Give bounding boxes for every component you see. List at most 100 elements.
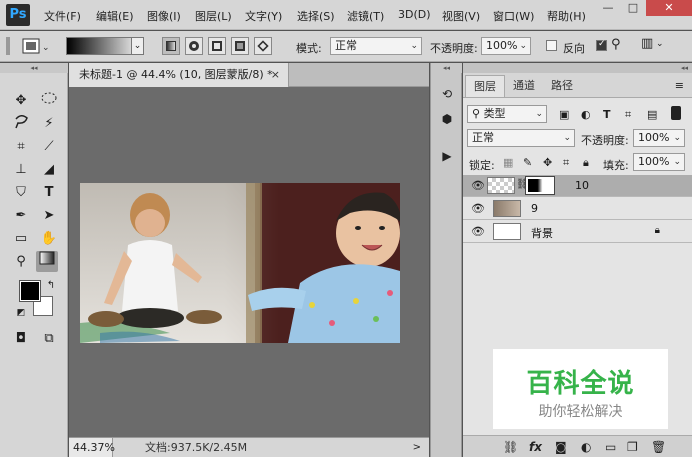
minimize-button[interactable]: — xyxy=(596,0,620,16)
panel-collapse-icon[interactable]: ◂◂ xyxy=(463,63,692,73)
fx-icon[interactable]: fx xyxy=(529,440,542,454)
trash-icon[interactable]: 🗑︎ xyxy=(651,440,666,454)
menu-select[interactable]: 选择(S) xyxy=(297,8,335,24)
tab-channels[interactable]: 通道 xyxy=(505,75,543,97)
tab-layers[interactable]: 图层 xyxy=(465,75,505,97)
lock-position-icon[interactable]: ✥ xyxy=(543,156,552,169)
smart-object-filter-icon[interactable]: ▤ xyxy=(647,108,657,121)
type-filter-icon[interactable]: T xyxy=(603,108,611,121)
close-icon[interactable]: × xyxy=(271,63,280,87)
layer-opacity-label: 不透明度: xyxy=(581,134,629,147)
layer-row[interactable]: 👁︎ ⛓ 10 xyxy=(463,175,692,197)
filter-toggle-icon[interactable] xyxy=(671,106,681,120)
menu-file[interactable]: 文件(F) xyxy=(44,8,81,24)
menu-filter[interactable]: 滤镜(T) xyxy=(347,8,384,24)
zoom-level-input[interactable]: 44.37% xyxy=(69,438,115,457)
crop-tool-icon[interactable]: ⌗ xyxy=(10,136,32,157)
marquee-tool-icon[interactable] xyxy=(38,90,60,111)
adjustment-filter-icon[interactable]: ◐ xyxy=(581,108,591,121)
chevron-down-icon[interactable]: ⌄ xyxy=(656,39,664,49)
eye-icon[interactable]: 👁︎ xyxy=(471,179,485,192)
fill-label: 填充: xyxy=(603,159,629,172)
workspace-icon[interactable]: ▥ xyxy=(641,36,653,51)
reverse-checkbox[interactable] xyxy=(546,40,557,51)
foreground-color-swatch[interactable] xyxy=(19,280,41,302)
radial-gradient-button[interactable] xyxy=(185,37,203,55)
lock-all-icon[interactable]: 🔒︎ xyxy=(583,156,589,170)
magic-wand-icon[interactable]: ⚡ xyxy=(38,113,60,134)
diamond-gradient-button[interactable] xyxy=(254,37,272,55)
angle-gradient-button[interactable] xyxy=(208,37,226,55)
menu-view[interactable]: 视图(V) xyxy=(442,8,480,24)
blend-mode-select[interactable]: 正常 ⌄ xyxy=(467,129,575,147)
play-icon[interactable]: ▶ xyxy=(438,147,456,165)
swap-colors-icon[interactable]: ↰ xyxy=(40,275,62,296)
panel-menu-icon[interactable]: ≡ xyxy=(675,79,684,92)
shape-filter-icon[interactable]: ⌗ xyxy=(625,108,631,122)
menu-window[interactable]: 窗口(W) xyxy=(493,8,534,24)
layer-mask-thumbnail[interactable] xyxy=(525,176,555,195)
quick-mask-icon[interactable]: ◘ xyxy=(10,328,32,349)
hand-tool-icon[interactable]: ✋ xyxy=(38,228,60,249)
new-group-icon[interactable]: ▭ xyxy=(605,440,616,454)
eye-icon[interactable]: 👁︎ xyxy=(471,225,485,238)
layer-row[interactable]: 👁︎ 9 xyxy=(463,198,692,220)
mode-select[interactable]: 正常 ⌄ xyxy=(330,37,422,55)
default-colors-icon[interactable]: ◩ xyxy=(10,303,32,324)
tab-paths[interactable]: 路径 xyxy=(543,75,581,97)
image-filter-icon[interactable]: ▣ xyxy=(559,108,569,121)
fill-input[interactable]: 100% ⌄ xyxy=(633,153,685,171)
menu-image[interactable]: 图像(I) xyxy=(147,8,181,24)
svg-text:⌄: ⌄ xyxy=(42,43,50,53)
link-layers-icon[interactable]: ⛓ xyxy=(503,440,518,454)
search-icon[interactable]: ⚲ xyxy=(611,37,621,52)
document-tab-bar: 未标题-1 @ 44.4% (10, 图层蒙版/8) * × xyxy=(69,63,429,87)
chevron-down-icon: ⌄ xyxy=(535,109,543,119)
status-menu-arrow-icon[interactable]: > xyxy=(413,438,421,457)
menu-help[interactable]: 帮助(H) xyxy=(547,8,586,24)
lock-transparency-icon[interactable]: ▦ xyxy=(503,156,513,169)
layer-filter-select[interactable]: ⚲ 类型 ⌄ xyxy=(467,105,547,123)
maximize-button[interactable]: □ xyxy=(621,0,645,16)
move-tool-icon[interactable]: ✥ xyxy=(10,90,32,111)
linear-gradient-button[interactable] xyxy=(162,37,180,55)
menu-edit[interactable]: 编辑(E) xyxy=(96,8,134,24)
new-layer-icon[interactable]: ❐ xyxy=(627,440,638,454)
fill-value: 100% xyxy=(638,155,670,168)
lock-pixels-icon[interactable]: ✎ xyxy=(523,156,532,169)
history-icon[interactable]: ⟲ xyxy=(438,85,456,103)
zoom-tool-icon[interactable]: ⚲ xyxy=(10,251,32,272)
type-tool-icon[interactable]: T xyxy=(38,182,60,203)
opacity-input[interactable]: 100% ⌄ xyxy=(481,37,531,55)
panel-collapse-icon[interactable]: ◂◂ xyxy=(431,63,462,73)
path-selection-icon[interactable]: ➤ xyxy=(38,205,60,226)
3d-icon[interactable]: ⬢ xyxy=(438,110,456,128)
layer-thumbnail xyxy=(493,200,521,217)
gradient-tool-preset-icon[interactable]: ⌄ xyxy=(22,37,50,55)
panel-collapse-icon[interactable]: ◂◂ xyxy=(0,63,68,73)
image-canvas[interactable] xyxy=(80,183,400,343)
eye-icon[interactable]: 👁︎ xyxy=(471,202,485,215)
document-tab[interactable]: 未标题-1 @ 44.4% (10, 图层蒙版/8) * × xyxy=(69,63,289,87)
layer-row[interactable]: 👁︎ 背景 🔒︎ xyxy=(463,221,692,243)
lasso-tool-icon[interactable] xyxy=(10,113,32,134)
rectangle-tool-icon[interactable]: ▭ xyxy=(10,228,32,249)
stamp-tool-icon[interactable]: ⊥ xyxy=(10,159,32,180)
add-mask-icon[interactable]: ◙ xyxy=(555,440,567,454)
dither-checkbox[interactable] xyxy=(596,39,607,51)
adjustment-layer-icon[interactable]: ◐ xyxy=(581,440,591,454)
eyedropper-tool-icon[interactable]: ⟋ xyxy=(38,136,60,157)
gradient-tool-icon[interactable] xyxy=(36,251,58,272)
gradient-picker-chevron-icon[interactable]: ⌄ xyxy=(131,37,144,55)
lock-artboard-icon[interactable]: ⌗ xyxy=(563,156,569,170)
eraser-tool-icon[interactable]: ◢ xyxy=(38,159,60,180)
screen-mode-icon[interactable]: ⧉ xyxy=(38,328,60,349)
pen-tool-icon[interactable]: ✒ xyxy=(10,205,32,226)
close-button[interactable]: ✕ xyxy=(646,0,692,16)
paint-bucket-icon[interactable]: ⛉ xyxy=(10,182,32,203)
reflected-gradient-button[interactable] xyxy=(231,37,249,55)
menu-layer[interactable]: 图层(L) xyxy=(195,8,232,24)
menu-type[interactable]: 文字(Y) xyxy=(245,8,282,24)
layer-opacity-input[interactable]: 100% ⌄ xyxy=(633,129,685,147)
menu-3d[interactable]: 3D(D) xyxy=(398,8,431,21)
